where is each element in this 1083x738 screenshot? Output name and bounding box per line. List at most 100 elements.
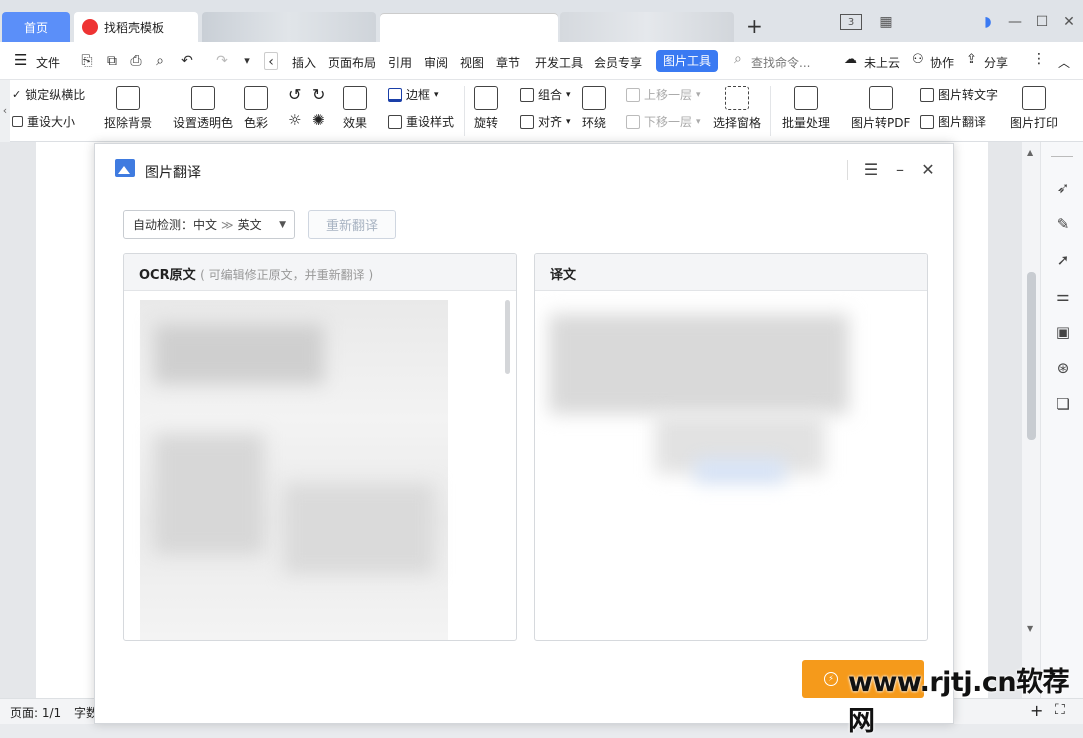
send-backward-button[interactable]: 下移一层 ▾ <box>626 113 701 130</box>
ocr-source-pane: OCR原文 ( 可编辑修正原文，并重新翻译 ) <box>123 253 517 641</box>
tab-document-2[interactable] <box>560 12 734 42</box>
batch-process-button[interactable]: 批量处理 <box>782 86 830 131</box>
scroll-down-icon[interactable]: ▼ <box>1027 624 1033 633</box>
color-button[interactable]: 色彩 <box>244 86 268 131</box>
picture-translate-icon <box>920 114 934 129</box>
more-quick-icon[interactable]: ▾ <box>238 52 256 70</box>
tab-document-active[interactable] <box>380 14 558 44</box>
group-button[interactable]: 组合 ▾ <box>520 86 571 103</box>
set-transparent-label: 设置透明色 <box>173 116 234 130</box>
border-button[interactable]: 边框 ▾ <box>388 86 439 103</box>
dialog-minimize-icon[interactable]: – <box>890 160 910 180</box>
scroll-up-icon[interactable]: ▲ <box>1027 148 1033 157</box>
close-window-icon[interactable]: ✕ <box>1057 12 1081 32</box>
scrollbar-thumb[interactable] <box>1027 272 1036 440</box>
ocr-blur-block <box>154 324 324 384</box>
translation-pane-header: 译文 <box>535 254 927 291</box>
remove-background-button[interactable]: 抠除背景 <box>104 86 152 131</box>
rotate-button[interactable]: 旋转 <box>474 86 498 131</box>
brightness-up-icon[interactable]: ☼ <box>288 111 301 129</box>
reset-style-label: 重设样式 <box>406 115 455 129</box>
rotate-right-icon[interactable]: ↻ <box>312 85 325 104</box>
selection-pane-button[interactable]: 选择窗格 <box>713 86 761 131</box>
avatar-icon[interactable]: ◗ <box>976 12 1000 32</box>
reset-style-button[interactable]: 重设样式 <box>388 113 454 130</box>
dialog-close-icon[interactable]: ✕ <box>918 160 938 180</box>
new-tab-button[interactable]: + <box>746 14 763 38</box>
wrap-label: 环绕 <box>582 116 607 130</box>
menu-file[interactable]: 文件 <box>36 54 60 71</box>
reset-size-button[interactable]: 重设大小 <box>12 113 75 130</box>
brightness-down-icon[interactable]: ✺ <box>312 111 325 129</box>
source-language: 自动检测：中文 <box>133 218 218 232</box>
tab-document-1[interactable] <box>202 12 376 42</box>
translate-picture-icon <box>115 159 135 177</box>
border-label: 边框 <box>406 88 431 102</box>
ocr-title: OCR原文 <box>139 268 196 283</box>
menu-insert[interactable]: 插入 <box>292 54 316 71</box>
share-button[interactable]: 分享 <box>984 54 1008 71</box>
language-select[interactable]: 自动检测：中文 ≫ 英文 ▼ <box>123 210 295 239</box>
watermark-text: www.rjtj.cn软荐网 <box>848 667 1070 737</box>
wrap-button[interactable]: 环绕 <box>582 86 606 131</box>
picture-to-text-button[interactable]: 图片转文字 <box>920 86 998 103</box>
minimize-icon[interactable]: — <box>1003 12 1027 32</box>
selection-pane-icon <box>725 86 749 110</box>
command-search-input[interactable]: 查找命令... <box>751 54 810 71</box>
image-icon[interactable]: ▣ <box>1053 322 1073 342</box>
grid-icon[interactable]: ▦ <box>874 12 898 32</box>
rocket-icon[interactable]: ➶ <box>1053 178 1073 198</box>
book-icon[interactable]: ❏ <box>1053 394 1073 414</box>
menu-developer[interactable]: 开发工具 <box>535 54 583 71</box>
tab-template[interactable]: 找稻壳模板 <box>74 12 198 42</box>
menu-chapter[interactable]: 章节 <box>496 54 520 71</box>
menu-references[interactable]: 引用 <box>388 54 412 71</box>
wrap-icon <box>582 86 606 110</box>
tab-home[interactable]: 首页 <box>2 12 70 42</box>
picture-print-button[interactable]: 图片打印 <box>1010 86 1058 131</box>
bring-forward-button[interactable]: 上移一层 ▾ <box>626 86 701 103</box>
menu-picture-tool[interactable]: 图片工具 <box>656 50 718 72</box>
menu-icon[interactable]: ☰ <box>861 160 881 180</box>
picture-to-text-icon <box>920 87 934 102</box>
lock-ratio-label: 锁定纵横比 <box>25 88 86 102</box>
menu-page-layout[interactable]: 页面布局 <box>328 54 376 71</box>
pen-icon[interactable]: ✎ <box>1053 214 1073 234</box>
menu-view[interactable]: 视图 <box>460 54 484 71</box>
picture-to-pdf-button[interactable]: 图片转PDF <box>851 86 910 131</box>
ribbon-scroll-left-icon[interactable]: ‹ <box>0 80 10 142</box>
menu-review[interactable]: 审阅 <box>424 54 448 71</box>
align-button[interactable]: 对齐 ▾ <box>520 113 571 130</box>
batch-process-label: 批量处理 <box>782 116 831 130</box>
layout-badge-icon[interactable]: 3 <box>840 14 862 30</box>
retranslate-button[interactable]: 重新翻译 <box>308 210 396 239</box>
print-icon[interactable]: ⎙ <box>127 52 145 70</box>
align-label: 对齐 <box>538 115 563 129</box>
ribbon-toolbar: ‹ ✓ 锁定纵横比 重设大小 抠除背景 设置透明色 色彩 ↺ ↻ ☼ ✺ 效果 边… <box>0 80 1083 142</box>
collab-button[interactable]: 协作 <box>930 54 954 71</box>
sliders-icon[interactable]: ⚌ <box>1053 286 1073 306</box>
set-transparent-button[interactable]: 设置透明色 <box>173 86 233 131</box>
ocr-scrollbar-thumb[interactable] <box>505 300 510 374</box>
scroll-left-icon[interactable]: ‹ <box>264 52 278 70</box>
cursor-icon[interactable]: ➚ <box>1053 250 1073 270</box>
page-indicator[interactable]: 页面: 1/1 <box>10 704 61 721</box>
cloud-status[interactable]: 未上云 <box>864 54 900 71</box>
selection-pane-label: 选择窗格 <box>713 116 762 130</box>
compass-icon[interactable]: ⊛ <box>1053 358 1073 378</box>
picture-translate-button[interactable]: 图片翻译 <box>920 113 986 130</box>
print-preview-icon[interactable]: ⌕ <box>151 52 169 70</box>
hamburger-icon[interactable]: ☰ <box>14 51 27 69</box>
maximize-icon[interactable]: ☐ <box>1030 12 1054 32</box>
more-vertical-icon[interactable]: ⋮ <box>1032 51 1046 67</box>
rotate-left-icon[interactable]: ↺ <box>288 85 301 104</box>
redo-icon[interactable]: ↷ <box>213 52 231 70</box>
undo-icon[interactable]: ↶ <box>178 52 196 70</box>
export-icon[interactable]: ⧉ <box>103 52 121 70</box>
lock-ratio-checkbox[interactable]: ✓ 锁定纵横比 <box>12 86 85 103</box>
collapse-ribbon-icon[interactable]: ︿ <box>1058 54 1070 71</box>
menu-member[interactable]: 会员专享 <box>594 54 642 71</box>
tab-template-label: 找稻壳模板 <box>104 20 165 35</box>
effects-button[interactable]: 效果 <box>343 86 367 131</box>
save-icon[interactable]: ⎘ <box>78 52 96 70</box>
